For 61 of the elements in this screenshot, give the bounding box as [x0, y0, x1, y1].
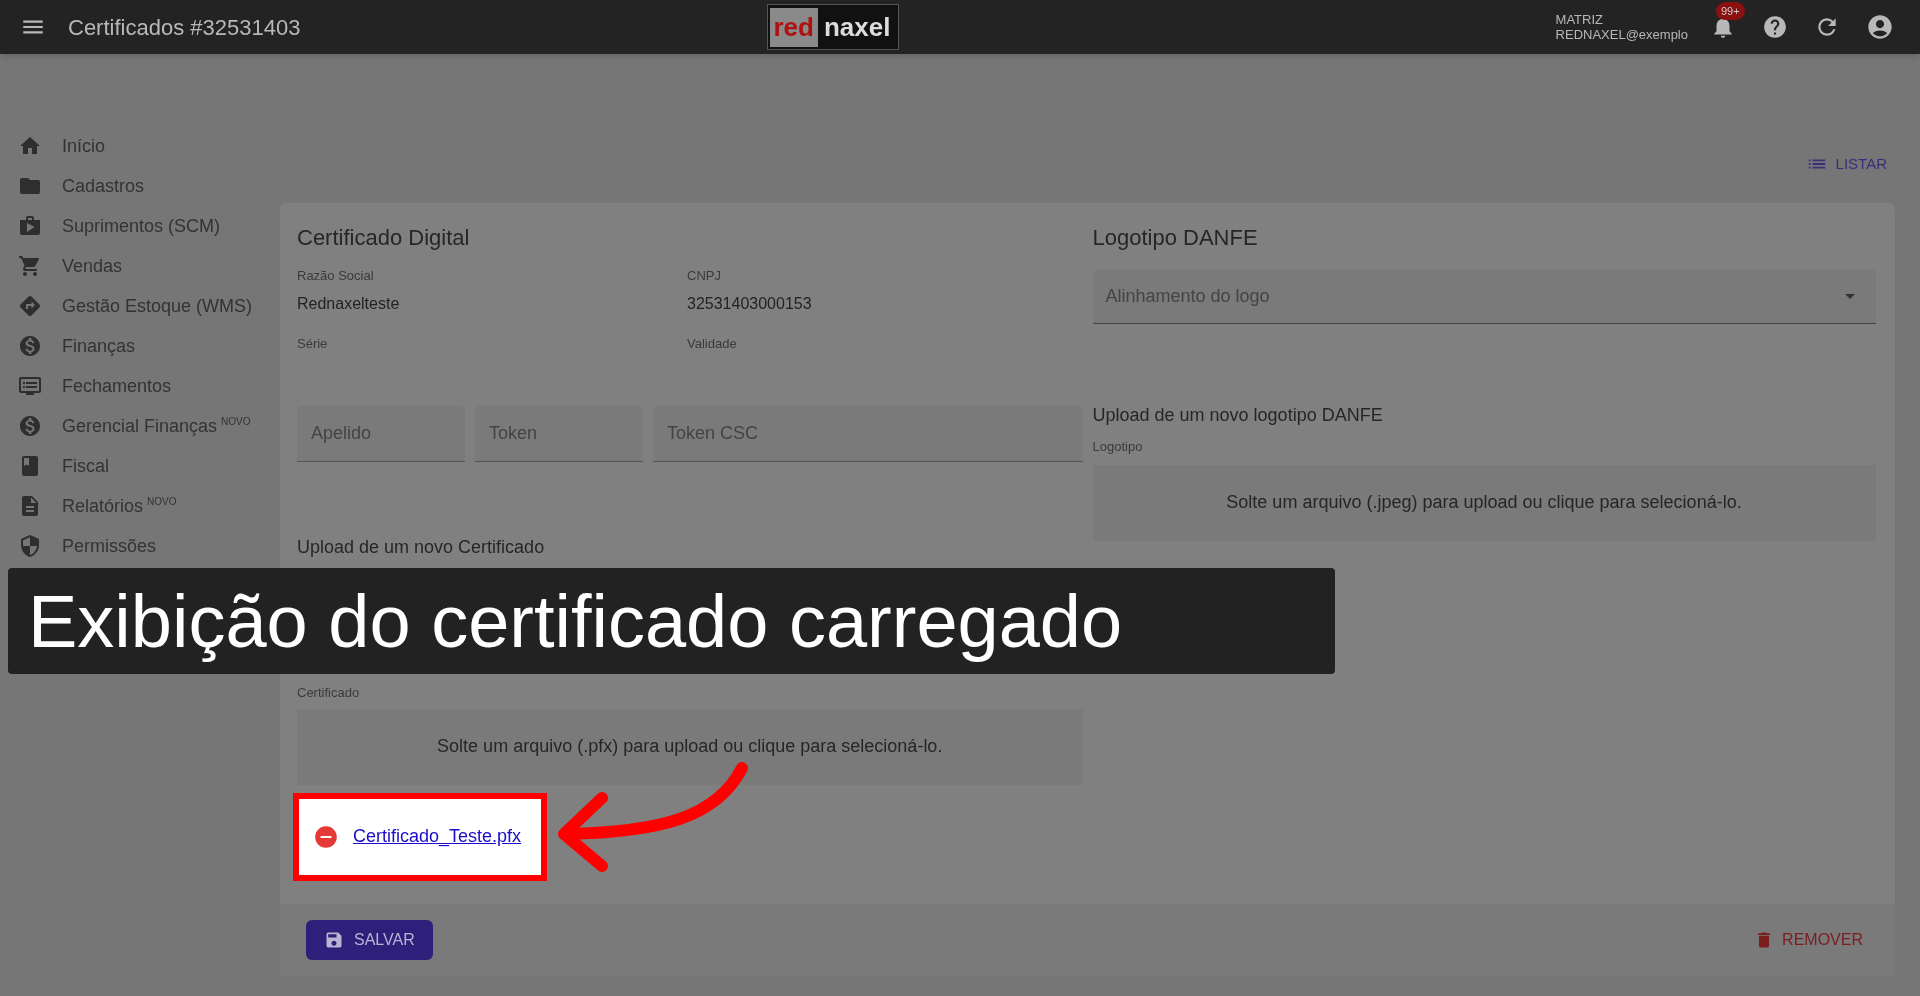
new-tag: NOVO — [147, 493, 177, 509]
notification-badge: 99+ — [1716, 2, 1745, 20]
file-dropzone[interactable]: Solte um arquivo (.jpeg) para upload ou clique para selecioná-lo. — [1092, 464, 1876, 541]
field-label: CNPJ — [687, 267, 722, 285]
sidebar-label: Cadastros — [62, 174, 145, 198]
sidebar-item[interactable]: Cadastros — [0, 166, 280, 206]
field-label: Razão Social — [297, 267, 375, 285]
sidebar-item[interactable]: Relatórios NOVO — [0, 486, 280, 526]
sidebar-item[interactable]: Finanças — [0, 326, 280, 366]
field-label: Série — [297, 335, 329, 353]
sidebar-label: Permissões — [62, 534, 157, 558]
sidebar-item[interactable]: Permissões — [0, 526, 280, 566]
sidebar-label: Vendas — [62, 254, 123, 278]
section-title: Certificado Digital — [297, 224, 471, 252]
cart-icon — [18, 254, 42, 278]
sidebar-label: Finanças — [62, 334, 136, 358]
field-label: Logotipo — [1092, 438, 1144, 456]
sidebar-label: Gestão Estoque (WMS) — [62, 294, 253, 318]
field-label: Validade — [687, 335, 738, 353]
caret-icon — [1844, 294, 1855, 299]
sidebar-item[interactable]: Fiscal — [0, 446, 280, 486]
shield-icon — [18, 534, 42, 558]
section-title: Logotipo DANFE — [1092, 224, 1259, 252]
dollar-icon — [18, 414, 42, 438]
help-icon[interactable] — [1762, 14, 1788, 40]
caption-text: Exibição do certificado carregado — [28, 578, 1123, 665]
briefcase-icon — [18, 214, 42, 238]
sidebar-label: Fiscal — [62, 454, 109, 478]
sidebar-label: Gerencial Finanças — [62, 414, 218, 438]
page-title: Certificados #32531403 — [68, 13, 301, 42]
field-label: Certificado — [297, 684, 361, 702]
company-name: MATRIZ — [1555, 12, 1604, 27]
user-email: REDNAXEL@exemplo — [1555, 27, 1688, 42]
monitor-list-icon — [18, 374, 42, 398]
file-link[interactable]: Certificado_Teste.pfx — [353, 823, 522, 850]
list-button[interactable]: LISTAR — [1797, 150, 1895, 178]
sidebar-item[interactable]: Suprimentos (SCM) — [0, 206, 280, 246]
remove-file-icon[interactable] — [313, 823, 339, 850]
logo-text: red — [769, 7, 818, 47]
field-value: 32531403000153 — [687, 293, 813, 314]
sidebar-label: Fechamentos — [62, 374, 172, 398]
account-icon[interactable] — [1866, 13, 1894, 41]
sidebar-item[interactable]: Gestão Estoque (WMS) — [0, 286, 280, 326]
sidebar-label: Início — [62, 134, 106, 158]
logo-text: naxel — [822, 10, 892, 44]
save-button[interactable]: SALVAR — [306, 920, 433, 960]
direction-sign-icon — [18, 294, 42, 318]
sidebar-item[interactable]: Fechamentos — [0, 366, 280, 406]
file-dropzone[interactable]: Solte um arquivo (.pfx) para upload ou clique para selecioná-lo. — [297, 708, 1083, 785]
sidebar-item[interactable]: Vendas — [0, 246, 280, 286]
sidebar-item[interactable]: Gerencial Finanças NOVO — [0, 406, 280, 446]
new-tag: NOVO — [221, 413, 251, 429]
section-heading: Upload de um novo Certificado — [297, 536, 546, 559]
sidebar-item[interactable]: Início — [0, 126, 280, 166]
field-value: Rednaxelteste — [297, 293, 401, 314]
section-heading: Upload de um novo logotipo DANFE — [1092, 404, 1384, 427]
sidebar-label: Suprimentos (SCM) — [62, 214, 221, 238]
save-icon — [324, 930, 344, 950]
sidebar-label: Relatórios — [62, 494, 144, 518]
remove-button[interactable]: REMOVER — [1748, 922, 1869, 958]
dollar-icon — [18, 334, 42, 358]
